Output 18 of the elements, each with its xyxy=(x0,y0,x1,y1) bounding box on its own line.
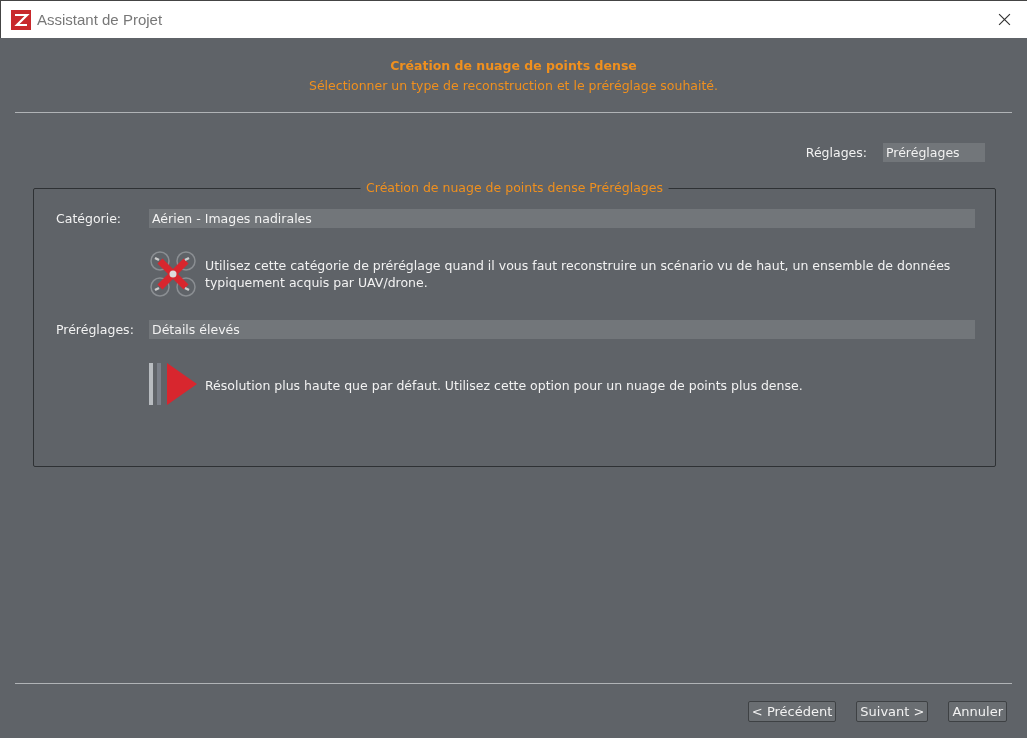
drone-icon xyxy=(149,250,197,298)
settings-dropdown[interactable]: Préréglages xyxy=(883,143,985,162)
category-label: Catégorie: xyxy=(56,211,123,226)
preset-description: Résolution plus haute que par défaut. Utilisez cette option pour un nuage de points plus dense. xyxy=(205,376,803,394)
settings-label: Réglages: xyxy=(805,145,867,160)
wizard-button[interactable]: Annuler xyxy=(948,700,1007,722)
page-subtitle: Sélectionner un type de reconstruction et le préréglage souhaité. xyxy=(309,77,718,93)
category-description: Utilisez cette catégorie de préréglage quand il vous faut reconstruire un scénario vu de haut, un ensemble de données typiquement acquis par UAV/drone. xyxy=(205,257,952,291)
presets-dropdown[interactable]: Détails élevés xyxy=(149,320,975,339)
group-title: Création de nuage de points dense Préréglages xyxy=(360,180,669,195)
window-title: Assistant de Projet xyxy=(37,11,164,28)
page-title: Création de nuage de points dense xyxy=(390,57,637,73)
presets-label: Préréglages: xyxy=(56,322,135,337)
wizard-button[interactable]: < Précédent xyxy=(747,700,837,722)
wizard-button[interactable]: Suivant > xyxy=(856,700,929,722)
close-icon[interactable] xyxy=(998,13,1011,26)
category-dropdown[interactable]: Aérien - Images nadirales xyxy=(149,209,975,228)
app-logo-icon xyxy=(11,9,31,30)
